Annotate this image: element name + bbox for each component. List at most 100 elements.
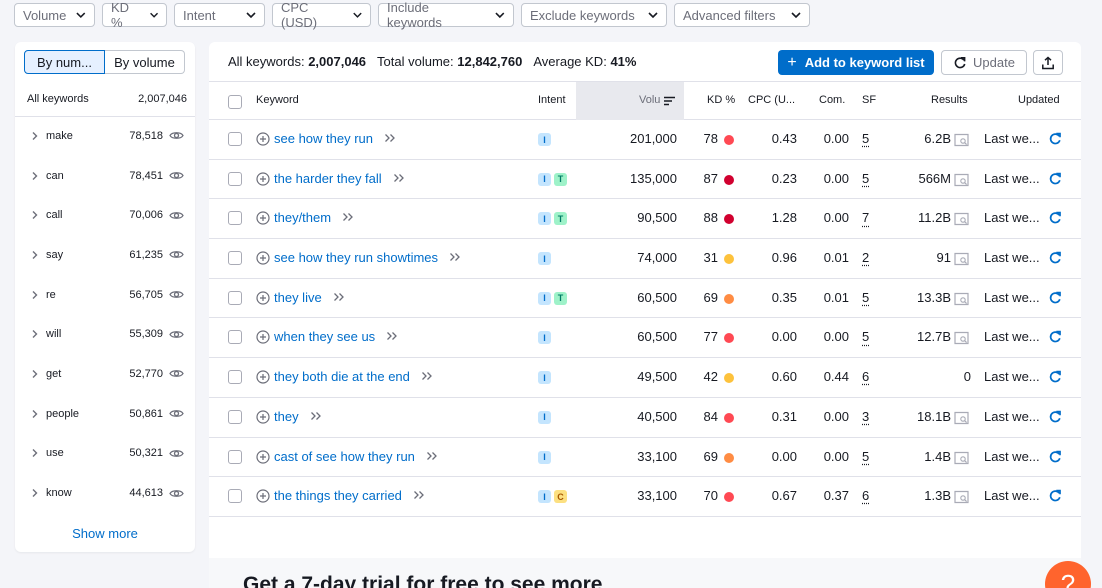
refresh-icon[interactable] — [1048, 251, 1062, 265]
intent-badge[interactable]: I — [538, 371, 551, 385]
filter-include-keywords-dropdown[interactable]: Include keywords — [378, 0, 514, 30]
add-circle-icon[interactable] — [256, 489, 270, 503]
refresh-icon[interactable] — [1048, 172, 1062, 186]
col-keyword[interactable]: Keyword — [256, 94, 299, 106]
keyword-link[interactable]: when they see us — [274, 329, 375, 344]
sidebar-group-item[interactable]: can 78,451 — [15, 156, 195, 196]
intent-badge[interactable]: I — [538, 490, 551, 504]
add-circle-icon[interactable] — [256, 251, 270, 265]
eye-icon[interactable] — [169, 406, 184, 421]
update-button[interactable]: Update — [941, 50, 1027, 75]
serp-preview-icon[interactable] — [954, 331, 969, 345]
row-checkbox[interactable] — [228, 132, 242, 146]
sidebar-group-item[interactable]: re 56,705 — [15, 275, 195, 315]
sidebar-group-item[interactable]: will 55,309 — [15, 314, 195, 354]
col-intent[interactable]: Intent — [538, 94, 566, 106]
add-circle-icon[interactable] — [256, 132, 270, 146]
intent-badge[interactable]: I — [538, 410, 551, 424]
intent-badge[interactable]: C — [554, 490, 567, 504]
sort-by-volume-button[interactable]: By volume — [105, 50, 185, 74]
sidebar-group-item[interactable]: call 70,006 — [15, 195, 195, 235]
add-to-keyword-list-button[interactable]: + Add to keyword list — [778, 50, 934, 75]
refresh-icon[interactable] — [1048, 132, 1062, 146]
serp-preview-icon[interactable] — [954, 173, 969, 187]
double-chevron-right-icon[interactable] — [341, 210, 355, 224]
sidebar-group-item[interactable]: say 61,235 — [15, 235, 195, 275]
row-checkbox[interactable] — [228, 409, 242, 424]
sort-by-number-button[interactable]: By num... — [24, 50, 105, 74]
eye-icon[interactable] — [169, 128, 184, 143]
add-circle-icon[interactable] — [256, 330, 270, 345]
filter-advanced-dropdown[interactable]: Advanced filters — [674, 3, 810, 27]
eye-icon[interactable] — [169, 168, 184, 183]
serp-features-count[interactable]: 5 — [862, 290, 869, 305]
double-chevron-right-icon[interactable] — [332, 290, 346, 304]
sidebar-group-item[interactable]: know 44,613 — [15, 473, 195, 513]
serp-features-count[interactable]: 5 — [862, 171, 869, 186]
row-checkbox[interactable] — [228, 330, 242, 345]
col-results[interactable]: Results — [931, 94, 968, 106]
add-circle-icon[interactable] — [256, 370, 270, 384]
refresh-icon[interactable] — [1048, 410, 1062, 424]
add-circle-icon[interactable] — [256, 172, 270, 186]
chevron-right-icon[interactable] — [30, 210, 40, 220]
add-circle-icon[interactable] — [256, 410, 270, 424]
col-sf[interactable]: SF — [862, 94, 876, 106]
show-more-link[interactable]: Show more — [15, 526, 195, 541]
select-all-checkbox[interactable] — [228, 95, 242, 109]
double-chevron-right-icon[interactable] — [448, 250, 462, 264]
refresh-icon[interactable] — [1048, 450, 1062, 464]
chevron-right-icon[interactable] — [30, 448, 40, 458]
refresh-icon[interactable] — [1048, 370, 1062, 384]
eye-icon[interactable] — [169, 247, 184, 262]
keyword-link[interactable]: the things they carried — [274, 488, 402, 503]
double-chevron-right-icon[interactable] — [392, 171, 406, 185]
serp-preview-icon[interactable] — [954, 133, 969, 147]
filter-exclude-keywords-dropdown[interactable]: Exclude keywords — [521, 3, 667, 27]
eye-icon[interactable] — [169, 486, 184, 501]
intent-badge[interactable]: I — [538, 252, 551, 266]
chevron-right-icon[interactable] — [30, 131, 40, 141]
keyword-link[interactable]: cast of see how they run — [274, 449, 415, 464]
refresh-icon[interactable] — [1048, 330, 1062, 344]
double-chevron-right-icon[interactable] — [412, 488, 426, 502]
chevron-right-icon[interactable] — [30, 250, 40, 260]
intent-badge[interactable]: I — [538, 133, 551, 146]
double-chevron-right-icon[interactable] — [385, 329, 399, 343]
keyword-link[interactable]: they both die at the end — [274, 369, 410, 384]
serp-preview-icon[interactable] — [954, 490, 969, 504]
col-cpc[interactable]: CPC (U... — [748, 94, 795, 106]
add-circle-icon[interactable] — [256, 291, 270, 305]
double-chevron-right-icon[interactable] — [383, 131, 397, 145]
row-checkbox[interactable] — [228, 211, 242, 226]
intent-badge[interactable]: T — [554, 291, 567, 305]
chevron-right-icon[interactable] — [30, 329, 40, 339]
serp-features-count[interactable]: 5 — [862, 131, 869, 146]
keyword-link[interactable]: the harder they fall — [274, 171, 382, 186]
col-competition[interactable]: Com. — [819, 94, 845, 106]
intent-badge[interactable]: I — [538, 450, 551, 464]
sidebar-group-item[interactable]: get 52,770 — [15, 354, 195, 394]
row-checkbox[interactable] — [228, 251, 242, 266]
serp-features-count[interactable]: 6 — [862, 488, 869, 503]
serp-features-count[interactable]: 3 — [862, 409, 869, 424]
row-checkbox[interactable] — [228, 489, 242, 504]
double-chevron-right-icon[interactable] — [420, 369, 434, 383]
filter-kd-dropdown[interactable]: KD % — [102, 0, 167, 30]
double-chevron-right-icon[interactable] — [425, 449, 439, 463]
keyword-link[interactable]: see how they run — [274, 131, 373, 146]
filter-intent-dropdown[interactable]: Intent — [174, 3, 265, 27]
chevron-right-icon[interactable] — [30, 369, 40, 379]
refresh-icon[interactable] — [1048, 211, 1062, 225]
row-checkbox[interactable] — [228, 370, 242, 385]
eye-icon[interactable] — [169, 208, 184, 223]
refresh-icon[interactable] — [1048, 489, 1062, 503]
chevron-right-icon[interactable] — [30, 488, 40, 498]
add-circle-icon[interactable] — [256, 449, 270, 464]
refresh-icon[interactable] — [1048, 291, 1062, 305]
eye-icon[interactable] — [169, 446, 184, 461]
eye-icon[interactable] — [169, 327, 184, 342]
col-updated[interactable]: Updated — [1018, 94, 1060, 106]
intent-badge[interactable]: I — [538, 172, 551, 186]
double-chevron-right-icon[interactable] — [309, 409, 323, 423]
